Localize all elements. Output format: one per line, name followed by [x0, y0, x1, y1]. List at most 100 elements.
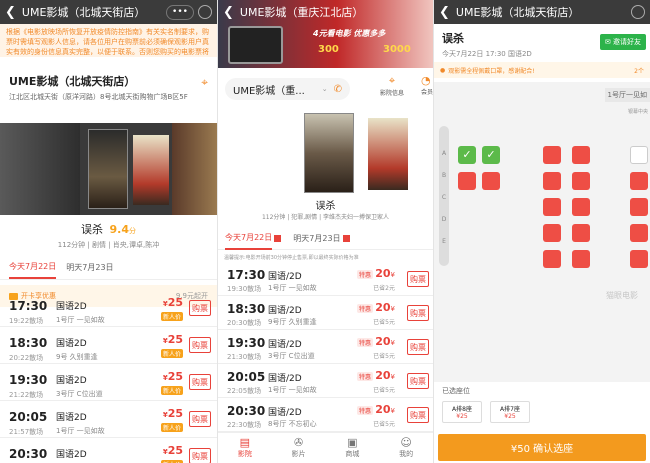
- seat-sold: [543, 224, 561, 242]
- showtime-row[interactable]: 17:30 19:22散场 国语2D 1号厅 一见如故 ¥25 新人价 购票: [0, 290, 217, 327]
- hall-name: 1号厅 一见如故: [268, 284, 317, 292]
- cinema-select-label: UME影城（重...: [233, 85, 305, 97]
- selected-seat-chip[interactable]: A排8座 ¥25: [442, 401, 482, 423]
- buy-button[interactable]: 购票: [407, 407, 429, 423]
- close-icon[interactable]: [631, 5, 645, 19]
- seat-map[interactable]: 1号厅一见如 银幕中央 A B C D E ✓ ✓ 猫眼电影: [434, 82, 650, 382]
- saved-amount: 已省5元: [373, 387, 395, 394]
- price-tag: 新人价: [160, 423, 183, 433]
- seat-sold: [630, 172, 648, 190]
- end-time: 19:30散场: [227, 285, 262, 293]
- movie-poster-next[interactable]: [368, 118, 408, 190]
- showtime-row[interactable]: 17:30 19:30散场 国语/2D 1号厅 一见如故 特惠 20¥ 已省2元 购票: [218, 262, 433, 296]
- film-reel-icon: ✇: [294, 436, 304, 449]
- tab-today[interactable]: 今天7月22日: [9, 256, 57, 279]
- price-tag: 新人价: [160, 312, 183, 322]
- member-button[interactable]: ◔ 会员: [421, 74, 433, 96]
- confirm-seat-button[interactable]: ¥50 确认选座: [438, 434, 646, 461]
- showtime-row[interactable]: 18:30 20:22散场 国语2D 9号 久别重逢 ¥25 新人价 购票: [0, 327, 217, 364]
- showtime-row[interactable]: 20:3022:22散场国语2D8号厅 不忘初心¥25新人价购票: [0, 438, 217, 463]
- price-currency: ¥: [390, 339, 395, 347]
- flag-icon: [274, 235, 282, 242]
- back-arrow-icon[interactable]: ❮: [223, 5, 234, 20]
- movie-session: 今天7月22日 17:30 国语2D: [442, 50, 532, 58]
- movie-info: 112分钟 | 剧情 | 肖央,谭卓,陈冲: [57, 241, 160, 249]
- show-type: 国语/2D: [268, 374, 302, 384]
- hint-text: 温馨提示:电影开场前30分钟停止售票,即以最终实际价格为准: [224, 255, 359, 261]
- back-arrow-icon[interactable]: ❮: [5, 5, 16, 20]
- location-pin-icon[interactable]: ⌖: [201, 75, 208, 90]
- show-time: 20:30: [9, 447, 48, 461]
- selected-seat-chip[interactable]: A排7座 ¥25: [490, 401, 530, 423]
- cinema-info[interactable]: UME影城（北城天街店） 江北区北城天街（原洋河路）8号北城天街购物广场B区5F…: [0, 57, 217, 108]
- saved-amount: 已省5元: [373, 421, 395, 428]
- buy-button[interactable]: 购票: [189, 337, 211, 353]
- buy-button[interactable]: 购票: [407, 305, 429, 321]
- member-label: 会员: [421, 89, 433, 96]
- tab-movie[interactable]: ✇ 影片: [272, 433, 326, 463]
- hall-name: 1号厅 一见如故: [268, 386, 317, 394]
- buy-button[interactable]: 购票: [189, 300, 211, 316]
- close-icon[interactable]: [198, 5, 212, 19]
- warning-icon: ●: [440, 66, 446, 74]
- end-time: 20:22散场: [9, 354, 44, 362]
- selected-seat-list: A排8座 ¥25 A排7座 ¥25: [442, 401, 642, 423]
- mask-notice: ● 观影需全程佩戴口罩，感谢配合! 2个: [434, 62, 650, 78]
- tab-mine[interactable]: ☺ 我的: [379, 433, 433, 463]
- special-price: 特惠 20¥: [356, 301, 395, 314]
- movie-carousel[interactable]: [0, 123, 217, 215]
- seat-selected[interactable]: ✓: [458, 146, 476, 164]
- show-type: 国语2D: [56, 376, 87, 386]
- show-type: 国语2D: [56, 339, 87, 349]
- hall-name: 3号厅 C位出道: [268, 352, 315, 360]
- new-user-tag: 新人价: [160, 386, 183, 395]
- buy-button[interactable]: 购票: [407, 373, 429, 389]
- special-price: 特惠 20¥: [356, 335, 395, 348]
- tab-mall[interactable]: ▣ 商城: [326, 433, 380, 463]
- tab-tomorrow[interactable]: 明天7月23日: [66, 262, 113, 273]
- price-value: 20: [375, 267, 391, 280]
- price-value: 25: [167, 444, 183, 457]
- more-menu-button[interactable]: •••: [166, 4, 194, 20]
- showtime-row[interactable]: 19:30 21:30散场 国语/2D 3号厅 C位出道 特惠 20¥ 已省5元 购票: [218, 330, 433, 364]
- showtime-row[interactable]: 19:30 21:22散场 国语2D 3号厅 C位出道 ¥25 新人价 购票: [0, 364, 217, 401]
- tab-tomorrow[interactable]: 明天7月23日: [293, 233, 340, 244]
- tab-today[interactable]: 今天7月22日: [225, 227, 273, 250]
- hall-name: 1号厅 一见如故: [56, 316, 105, 324]
- end-time: 22:05散场: [227, 387, 262, 395]
- show-time: 20:05: [227, 370, 266, 384]
- movie-poster-next[interactable]: [133, 135, 169, 205]
- cinema-icon: ▤: [239, 436, 251, 449]
- cinema-select[interactable]: UME影城（重... ⌄ ✆: [225, 78, 350, 100]
- cinema-bar: UME影城（重... ⌄ ✆ ⌖ 影院信息 ◔ 会员: [218, 74, 433, 102]
- buy-button[interactable]: 购票: [407, 339, 429, 355]
- seat-sold: [572, 250, 590, 268]
- tab-cinema[interactable]: ▤ 影院: [218, 433, 272, 463]
- seat-sold: [543, 172, 561, 190]
- special-price: 特惠 20¥: [356, 369, 395, 382]
- showtime-row[interactable]: 18:30 20:30散场 国语/2D 9号厅 久别重逢 特惠 20¥ 已省5元 购票: [218, 296, 433, 330]
- hall-name: 1号厅 一见如故: [56, 427, 105, 435]
- buy-button[interactable]: 购票: [407, 271, 429, 287]
- showtime-row[interactable]: 20:30 22:30散场 国语/2D 8号厅 不忘初心 特惠 20¥ 已省5元 购票: [218, 398, 433, 432]
- buy-button[interactable]: 购票: [189, 411, 211, 427]
- special-tag: 特惠: [356, 304, 373, 313]
- seat-selected[interactable]: ✓: [482, 146, 500, 164]
- buy-button[interactable]: 购票: [189, 448, 211, 463]
- show-type: 国语/2D: [268, 306, 302, 316]
- movie-poster[interactable]: [304, 113, 354, 193]
- price-currency: ¥: [390, 373, 395, 381]
- hall-name: 9号 久别重逢: [56, 353, 98, 361]
- phone-icon[interactable]: ✆: [334, 84, 342, 95]
- showtime-row[interactable]: 20:05 22:05散场 国语/2D 1号厅 一见如故 特惠 20¥ 已省5元 购票: [218, 364, 433, 398]
- seat-available[interactable]: [630, 146, 648, 164]
- movie-poster[interactable]: [88, 129, 128, 209]
- cinema-info-button[interactable]: ⌖ 影院信息: [380, 74, 404, 97]
- seat-sold: [543, 146, 561, 164]
- movie-carousel[interactable]: [218, 110, 433, 195]
- showtime-row[interactable]: 20:05 21:57散场 国语2D 1号厅 一见如故 ¥25 新人价 购票: [0, 401, 217, 438]
- buy-button[interactable]: 购票: [189, 374, 211, 390]
- back-arrow-icon[interactable]: ❮: [439, 5, 450, 20]
- invite-button[interactable]: ✉ 邀请好友: [599, 34, 646, 50]
- hall-name: 3号厅 C位出道: [56, 390, 103, 398]
